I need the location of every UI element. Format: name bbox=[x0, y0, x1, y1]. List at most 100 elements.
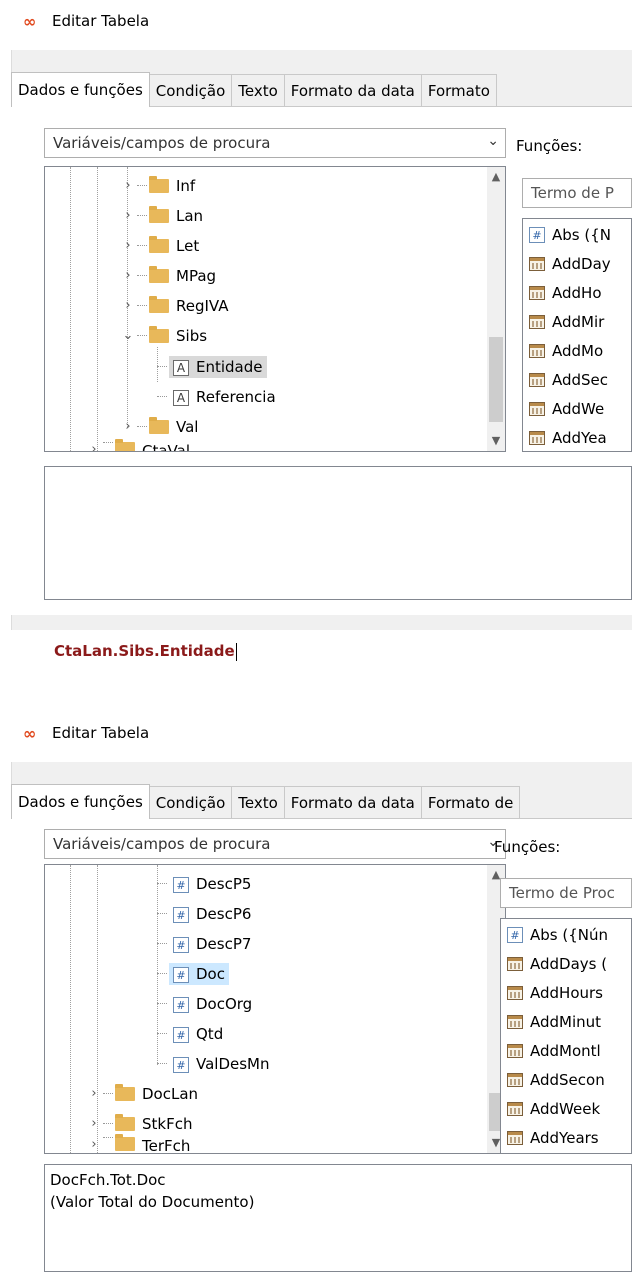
tree-item[interactable]: # Qtd bbox=[157, 1019, 227, 1048]
calendar-function-icon bbox=[507, 1044, 523, 1058]
number-field-icon: # bbox=[173, 966, 189, 983]
calendar-function-icon bbox=[529, 373, 545, 387]
folder-icon bbox=[149, 175, 169, 193]
calendar-function-icon bbox=[529, 286, 545, 300]
expand-chevron-icon[interactable]: › bbox=[121, 419, 135, 434]
tree-item-label: CtaVal bbox=[142, 442, 191, 452]
app-logo-icon: ∞ bbox=[23, 12, 36, 31]
text-caret bbox=[235, 642, 237, 661]
calendar-function-icon bbox=[507, 957, 523, 971]
folder-icon bbox=[149, 295, 169, 313]
number-field-icon: # bbox=[173, 906, 189, 923]
tree-item[interactable]: › Inf bbox=[121, 171, 195, 200]
folder-icon bbox=[115, 439, 135, 451]
function-item[interactable]: AddMo bbox=[529, 339, 603, 363]
expand-chevron-icon[interactable]: › bbox=[121, 298, 135, 313]
app-logo-icon: ∞ bbox=[23, 724, 36, 743]
calendar-function-icon bbox=[507, 1015, 523, 1029]
expand-chevron-icon[interactable]: › bbox=[121, 178, 135, 193]
tab-formato-de[interactable]: Formato de bbox=[420, 786, 521, 819]
tree-item[interactable]: › Val bbox=[121, 412, 198, 441]
function-item[interactable]: AddHo bbox=[529, 281, 602, 305]
expand-chevron-icon[interactable]: › bbox=[87, 1086, 101, 1101]
combo-placeholder: Variáveis/campos de procura bbox=[53, 134, 271, 152]
expression-bar[interactable]: CtaLan.Sibs.Entidade bbox=[11, 632, 632, 672]
folder-icon bbox=[149, 205, 169, 223]
number-field-icon: # bbox=[173, 996, 189, 1013]
expand-chevron-icon[interactable]: › bbox=[121, 238, 135, 253]
function-item[interactable]: AddWe bbox=[529, 397, 604, 421]
function-item[interactable]: AddYears bbox=[507, 1126, 599, 1150]
tree-item[interactable]: › Let bbox=[121, 231, 199, 260]
expand-chevron-icon[interactable]: › bbox=[87, 1116, 101, 1131]
tab-bar: Dados e funções Condição Texto Formato d… bbox=[11, 784, 521, 819]
expression-text[interactable]: CtaLan.Sibs.Entidade bbox=[54, 642, 237, 661]
scroll-down-arrow-icon[interactable]: ▼ bbox=[487, 431, 505, 451]
functions-search-input[interactable]: Termo de P bbox=[522, 178, 632, 208]
tree-scrollbar[interactable]: ▲ ▼ bbox=[487, 167, 505, 451]
functions-search-input[interactable]: Termo de Proc bbox=[500, 878, 632, 908]
function-item[interactable]: AddMir bbox=[529, 310, 604, 334]
tree-item-selected[interactable]: # Doc bbox=[157, 959, 229, 988]
tab-dados-e-funcoes[interactable]: Dados e funções bbox=[11, 72, 150, 107]
expand-chevron-icon[interactable]: › bbox=[87, 442, 101, 451]
scroll-up-arrow-icon[interactable]: ▲ bbox=[487, 167, 505, 187]
function-item[interactable]: # Abs ({Nún bbox=[507, 923, 608, 947]
window-title: Editar Tabela bbox=[52, 12, 150, 30]
function-item[interactable]: AddMinut bbox=[507, 1010, 601, 1034]
function-item[interactable]: AddMontl bbox=[507, 1039, 601, 1063]
expand-chevron-icon[interactable]: › bbox=[87, 1137, 101, 1152]
tree-item[interactable]: # DescP7 bbox=[157, 929, 255, 958]
functions-label: Funções: bbox=[494, 838, 561, 856]
variables-tree[interactable]: # DescP5 # DescP6 # DescP7 # Doc # DocOrg # Qt… bbox=[44, 864, 506, 1154]
functions-list[interactable]: # Abs ({N AddDay AddHo AddMir AddMo AddSe… bbox=[522, 218, 632, 452]
description-box bbox=[44, 466, 632, 600]
functions-list[interactable]: # Abs ({Nún AddDays ( AddHours AddMinut A… bbox=[500, 918, 632, 1154]
tab-texto[interactable]: Texto bbox=[231, 786, 285, 819]
tab-formato-da-data[interactable]: Formato da data bbox=[283, 74, 422, 107]
tree-item-label: DocOrg bbox=[196, 994, 253, 1013]
tab-texto[interactable]: Texto bbox=[231, 74, 285, 107]
tree-item[interactable]: # DocOrg bbox=[157, 989, 256, 1018]
tree-item[interactable]: # DescP6 bbox=[157, 899, 255, 928]
bottom-screenshot: ∞ Editar Tabela Dados e funções Condição… bbox=[0, 712, 632, 1272]
tab-condicao[interactable]: Condição bbox=[148, 74, 233, 107]
variables-tree[interactable]: › Inf › Lan › Let › MPag › RegIVA ⌄ Sibs A Enti… bbox=[44, 166, 506, 452]
expand-chevron-icon[interactable]: › bbox=[121, 268, 135, 283]
tree-item[interactable]: # ValDesMn bbox=[157, 1049, 274, 1078]
scroll-thumb[interactable] bbox=[489, 337, 503, 422]
tab-condicao[interactable]: Condição bbox=[148, 786, 233, 819]
function-item[interactable]: # Abs ({N bbox=[529, 223, 611, 247]
tree-item[interactable]: › StkFch bbox=[87, 1109, 192, 1138]
function-item[interactable]: AddSec bbox=[529, 368, 608, 392]
tree-item[interactable]: › MPag bbox=[121, 261, 216, 290]
tree-item[interactable]: A Referencia bbox=[157, 382, 280, 411]
description-box: DocFch.Tot.Doc (Valor Total do Documento… bbox=[44, 1164, 632, 1272]
tree-item[interactable]: › Lan bbox=[121, 201, 203, 230]
calendar-function-icon bbox=[507, 1131, 523, 1145]
tab-dados-e-funcoes[interactable]: Dados e funções bbox=[11, 784, 150, 819]
tree-item[interactable]: ⌄ Sibs bbox=[121, 321, 207, 350]
function-item[interactable]: AddSecon bbox=[507, 1068, 605, 1092]
function-item[interactable]: AddWeek bbox=[507, 1097, 600, 1121]
variables-search-combo[interactable]: Variáveis/campos de procura ⌄ bbox=[44, 128, 506, 158]
function-item[interactable]: AddYea bbox=[529, 426, 607, 450]
tree-item[interactable]: › RegIVA bbox=[121, 291, 229, 320]
number-function-icon: # bbox=[507, 927, 523, 943]
tab-formato-da-data[interactable]: Formato da data bbox=[283, 786, 422, 819]
calendar-function-icon bbox=[507, 1073, 523, 1087]
function-item[interactable]: AddHours bbox=[507, 981, 603, 1005]
tree-item[interactable]: › CtaVal bbox=[87, 439, 191, 452]
tree-item-selected[interactable]: A Entidade bbox=[157, 352, 267, 381]
variables-search-combo[interactable]: Variáveis/campos de procura ⌄ bbox=[44, 829, 506, 859]
tree-item-label: Lan bbox=[176, 206, 204, 225]
expand-chevron-icon[interactable]: › bbox=[121, 208, 135, 223]
tree-item[interactable]: # DescP5 bbox=[157, 869, 255, 898]
tree-item[interactable]: › DocLan bbox=[87, 1079, 198, 1108]
tab-formato[interactable]: Formato bbox=[420, 74, 497, 107]
function-item[interactable]: AddDay bbox=[529, 252, 611, 276]
tree-item[interactable]: › TerFch bbox=[87, 1134, 190, 1153]
function-item[interactable]: AddDays ( bbox=[507, 952, 607, 976]
collapse-chevron-icon[interactable]: ⌄ bbox=[121, 328, 135, 343]
tree-item-label: Inf bbox=[176, 176, 196, 195]
